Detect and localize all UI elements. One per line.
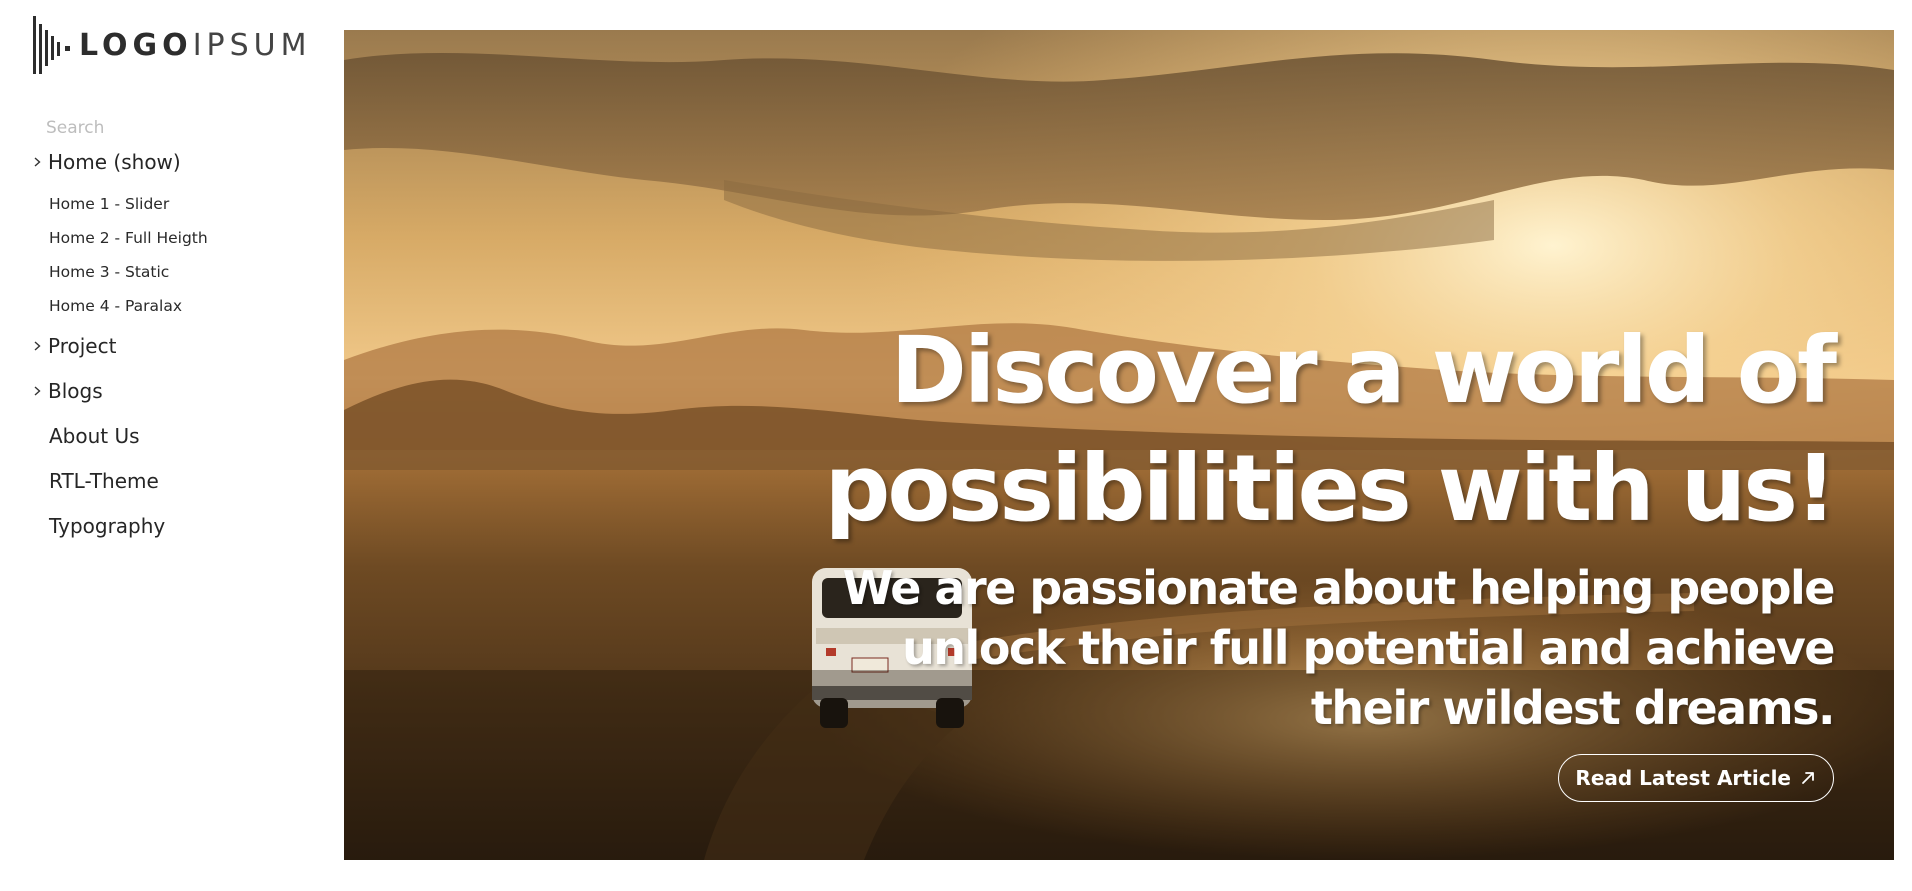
arrow-up-right-icon [1802, 772, 1814, 784]
hero-title-line-1: Discover a world of [890, 317, 1838, 424]
logo[interactable]: LOGOIPSUM [31, 16, 312, 76]
chevron-right-icon [30, 339, 44, 353]
hero-text-block: Discover a world of possibilities with u… [734, 312, 1838, 738]
hero-banner: Discover a world of possibilities with u… [344, 30, 1894, 860]
submenu-item-home-2[interactable]: Home 2 - Full Heigth [49, 229, 208, 247]
hero-subtitle: We are passionate about helping people u… [842, 561, 1836, 735]
menu-item-typography[interactable]: Typography [49, 514, 165, 538]
menu-item-home[interactable]: Home (show) [30, 150, 181, 174]
sidebar: LOGOIPSUM Home (show) Home 1 - Slider Ho… [0, 0, 330, 891]
chevron-right-icon [30, 155, 44, 169]
menu-item-rtl-theme[interactable]: RTL-Theme [49, 469, 159, 493]
search-input[interactable] [46, 115, 286, 141]
submenu-item-home-4[interactable]: Home 4 - Paralax [49, 297, 182, 315]
menu-item-about[interactable]: About Us [49, 424, 140, 448]
hero-title: Discover a world of possibilities with u… [734, 312, 1838, 548]
cta-label: Read Latest Article [1575, 766, 1791, 790]
menu-item-project-label: Project [48, 334, 117, 358]
logo-strong-text: LOGO [79, 28, 193, 63]
logo-wordmark: LOGOIPSUM [79, 16, 312, 76]
page: LOGOIPSUM Home (show) Home 1 - Slider Ho… [0, 0, 1912, 891]
logo-mark-icon [33, 16, 70, 74]
menu-item-blogs-label: Blogs [48, 379, 103, 403]
logo-light-text: IPSUM [192, 28, 312, 63]
hero-title-line-2: possibilities with us! [824, 435, 1837, 542]
menu-item-project[interactable]: Project [30, 334, 116, 358]
chevron-right-icon [30, 384, 44, 398]
read-latest-article-button[interactable]: Read Latest Article [1558, 754, 1834, 802]
submenu-item-home-1[interactable]: Home 1 - Slider [49, 195, 169, 213]
menu-item-home-label: Home (show) [48, 150, 181, 174]
menu-item-blogs[interactable]: Blogs [30, 379, 103, 403]
submenu-item-home-3[interactable]: Home 3 - Static [49, 263, 169, 281]
